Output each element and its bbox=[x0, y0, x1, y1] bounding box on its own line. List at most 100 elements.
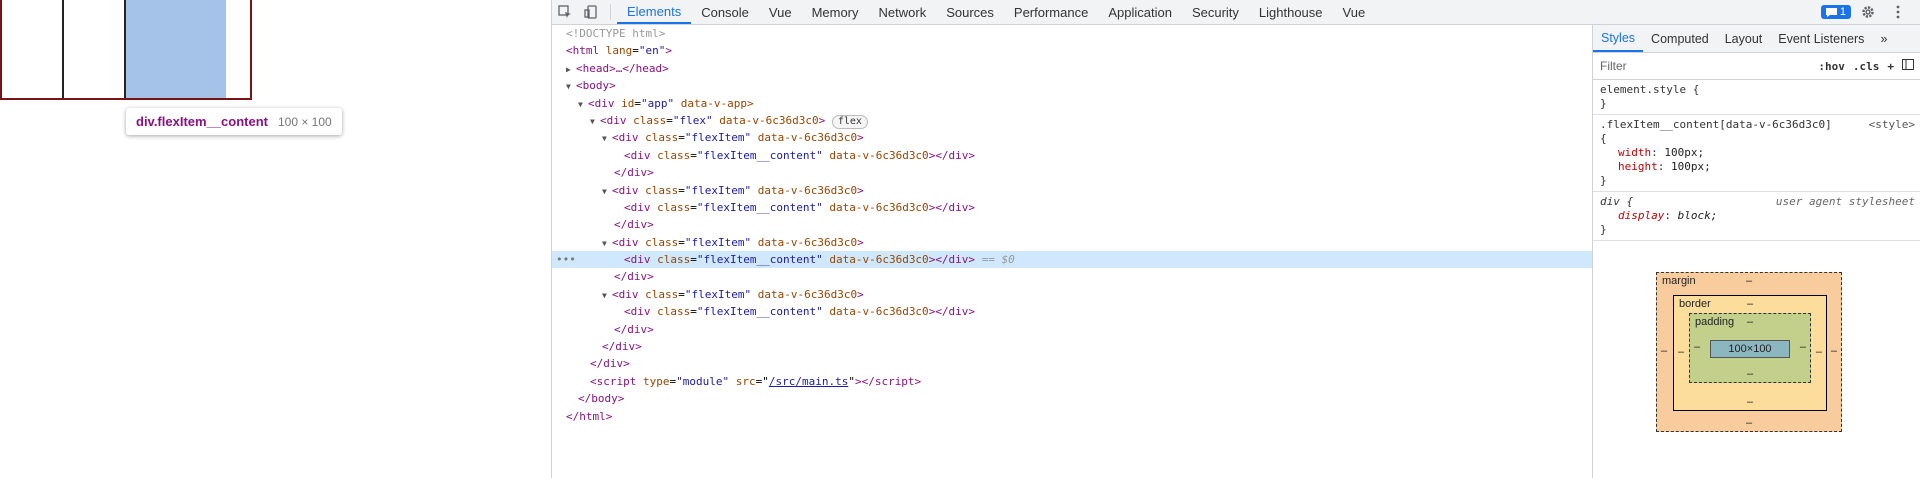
issues-badge[interactable]: 1 bbox=[1820, 5, 1851, 19]
tab-console[interactable]: Console bbox=[691, 0, 759, 24]
script-src-link[interactable]: /src/main.ts bbox=[769, 375, 848, 388]
tree-line[interactable]: </html> bbox=[552, 408, 1592, 425]
tree-line[interactable]: ▼ <div class="flexItem" data-v-6c36d3c0> bbox=[552, 234, 1592, 251]
collapse-arrow-icon[interactable]: ▼ bbox=[602, 130, 612, 147]
collapse-arrow-icon[interactable]: ▼ bbox=[590, 113, 600, 130]
more-options-icon[interactable] bbox=[1885, 5, 1911, 19]
tree-line[interactable]: ▼ <div class="flexItem" data-v-6c36d3c0> bbox=[552, 182, 1592, 199]
css-property[interactable]: width: 100px; bbox=[1600, 146, 1914, 160]
padding-left-value[interactable]: – bbox=[1694, 341, 1700, 353]
tree-line[interactable]: ▼ <div class="flexItem" data-v-6c36d3c0> bbox=[552, 129, 1592, 146]
tab-vue-2[interactable]: Vue bbox=[1333, 0, 1376, 24]
attr-value: "en" bbox=[638, 44, 666, 58]
tree-line[interactable]: <html lang="en"> bbox=[552, 42, 1592, 59]
tree-line[interactable]: </div> bbox=[552, 216, 1592, 233]
box-model-margin[interactable]: margin – – – – border – – – – padding – … bbox=[1656, 272, 1842, 432]
close-tag: </body> bbox=[578, 392, 625, 406]
tree-line-selected[interactable]: ••• <div class="flexItem__content" data-v… bbox=[552, 251, 1592, 269]
tree-line[interactable]: ▼ <div class="flex" data-v-6c36d3c0> flex bbox=[552, 112, 1592, 129]
cls-button[interactable]: .cls bbox=[1853, 60, 1880, 73]
add-rule-icon[interactable]: + bbox=[1887, 60, 1894, 73]
tree-line[interactable]: </div> bbox=[552, 321, 1592, 338]
tree-line[interactable]: <div class="flexItem__content" data-v-6c… bbox=[552, 199, 1592, 216]
tab-memory[interactable]: Memory bbox=[802, 0, 869, 24]
flex-item[interactable] bbox=[188, 0, 250, 98]
property-value[interactable]: 100px; bbox=[1664, 146, 1704, 159]
box-model-border[interactable]: border – – – – padding – – – – 100×100 bbox=[1673, 295, 1827, 411]
attr-name: data-v-6c36d3c0 bbox=[829, 253, 929, 267]
tree-line[interactable]: </div> bbox=[552, 164, 1592, 181]
collapse-arrow-icon[interactable]: ▼ bbox=[566, 78, 576, 95]
close-tag: </div> bbox=[935, 253, 976, 267]
flex-item-highlighted[interactable] bbox=[126, 0, 226, 98]
rule-flexitem-content[interactable]: .flexItem__content[data-v-6c36d3c0] <sty… bbox=[1593, 115, 1920, 192]
tab-application[interactable]: Application bbox=[1098, 0, 1182, 24]
border-left-value[interactable]: – bbox=[1678, 346, 1684, 358]
margin-top-value[interactable]: – bbox=[1746, 275, 1752, 287]
inspect-element-icon[interactable] bbox=[552, 0, 578, 24]
tree-line[interactable]: ▼ <div id="app" data-v-app> bbox=[552, 95, 1592, 112]
flex-badge[interactable]: flex bbox=[831, 114, 868, 129]
toggle-sidebar-icon[interactable] bbox=[1902, 59, 1914, 73]
collapse-arrow-icon[interactable]: ▼ bbox=[602, 287, 612, 304]
filter-input[interactable]: Filter bbox=[1600, 59, 1810, 73]
tab-elements[interactable]: Elements bbox=[617, 0, 692, 24]
doctype: <!DOCTYPE html> bbox=[566, 27, 666, 40]
margin-bottom-value[interactable]: – bbox=[1746, 417, 1752, 429]
margin-left-value[interactable]: – bbox=[1661, 345, 1667, 357]
collapse-arrow-icon[interactable]: ▼ bbox=[602, 235, 612, 252]
tree-line[interactable]: ▶ <head>…</head> bbox=[552, 60, 1592, 77]
tree-line[interactable]: </div> bbox=[552, 268, 1592, 285]
subtab-computed[interactable]: Computed bbox=[1643, 25, 1717, 52]
elements-tree[interactable]: <!DOCTYPE html> <html lang="en"> ▶ <head>… bbox=[552, 25, 1593, 478]
tree-line[interactable]: </div> bbox=[552, 355, 1592, 372]
box-model-padding[interactable]: padding – – – – 100×100 bbox=[1689, 313, 1811, 383]
tab-vue[interactable]: Vue bbox=[759, 0, 802, 24]
more-tabs-icon[interactable]: » bbox=[1872, 25, 1895, 52]
tree-line[interactable]: <div class="flexItem__content" data-v-6c… bbox=[552, 303, 1592, 320]
box-model-diagram[interactable]: margin – – – – border – – – – padding – … bbox=[1656, 272, 1842, 432]
device-toggle-icon[interactable] bbox=[578, 0, 604, 24]
border-top-value[interactable]: – bbox=[1747, 298, 1753, 310]
toolbar-right: 1 bbox=[1820, 0, 1920, 24]
styles-pane: Styles Computed Layout Event Listeners »… bbox=[1593, 25, 1920, 478]
tab-lighthouse[interactable]: Lighthouse bbox=[1249, 0, 1333, 24]
tab-performance[interactable]: Performance bbox=[1004, 0, 1098, 24]
box-model-content[interactable]: 100×100 bbox=[1710, 340, 1790, 358]
subtab-event-listeners[interactable]: Event Listeners bbox=[1770, 25, 1872, 52]
tooltip-tag: div.flexItem__content bbox=[136, 114, 268, 129]
gear-icon[interactable] bbox=[1855, 5, 1881, 19]
tree-line[interactable]: ▼ <body> bbox=[552, 77, 1592, 94]
css-property[interactable]: height: 100px; bbox=[1600, 160, 1914, 174]
margin-right-value[interactable]: – bbox=[1831, 345, 1837, 357]
expand-arrow-icon[interactable]: ▶ bbox=[566, 61, 576, 78]
tree-line[interactable]: </div> bbox=[552, 338, 1592, 355]
padding-bottom-value[interactable]: – bbox=[1747, 368, 1753, 380]
tree-line[interactable]: </body> bbox=[552, 390, 1592, 407]
border-bottom-value[interactable]: – bbox=[1747, 396, 1753, 408]
border-right-value[interactable]: – bbox=[1816, 346, 1822, 358]
rule-element-style[interactable]: element.style { } bbox=[1593, 80, 1920, 115]
tree-line[interactable]: <!DOCTYPE html> bbox=[552, 25, 1592, 42]
hov-button[interactable]: :hov bbox=[1818, 60, 1845, 73]
padding-top-value[interactable]: – bbox=[1747, 316, 1753, 328]
more-dots-icon[interactable]: ••• bbox=[556, 251, 576, 268]
tab-security[interactable]: Security bbox=[1182, 0, 1249, 24]
collapse-arrow-icon[interactable]: ▼ bbox=[602, 183, 612, 200]
collapse-arrow-icon[interactable]: ▼ bbox=[578, 96, 588, 113]
subtab-layout[interactable]: Layout bbox=[1717, 25, 1771, 52]
flex-container[interactable] bbox=[0, 0, 252, 100]
tree-line[interactable]: <div class="flexItem__content" data-v-6c… bbox=[552, 147, 1592, 164]
padding-right-value[interactable]: – bbox=[1800, 341, 1806, 353]
tree-line[interactable]: <script type="module" src="/src/main.ts"… bbox=[552, 373, 1592, 390]
rule-source-link[interactable]: <style> bbox=[1869, 118, 1915, 132]
close-tag: </div> bbox=[614, 270, 654, 284]
flex-item[interactable] bbox=[64, 0, 126, 98]
property-value[interactable]: 100px; bbox=[1671, 160, 1711, 173]
tree-line[interactable]: ▼ <div class="flexItem" data-v-6c36d3c0> bbox=[552, 286, 1592, 303]
tab-sources[interactable]: Sources bbox=[936, 0, 1004, 24]
attr-value: "flexItem__content" bbox=[696, 200, 823, 214]
subtab-styles[interactable]: Styles bbox=[1593, 25, 1644, 52]
tab-network[interactable]: Network bbox=[869, 0, 937, 24]
flex-item[interactable] bbox=[2, 0, 64, 98]
